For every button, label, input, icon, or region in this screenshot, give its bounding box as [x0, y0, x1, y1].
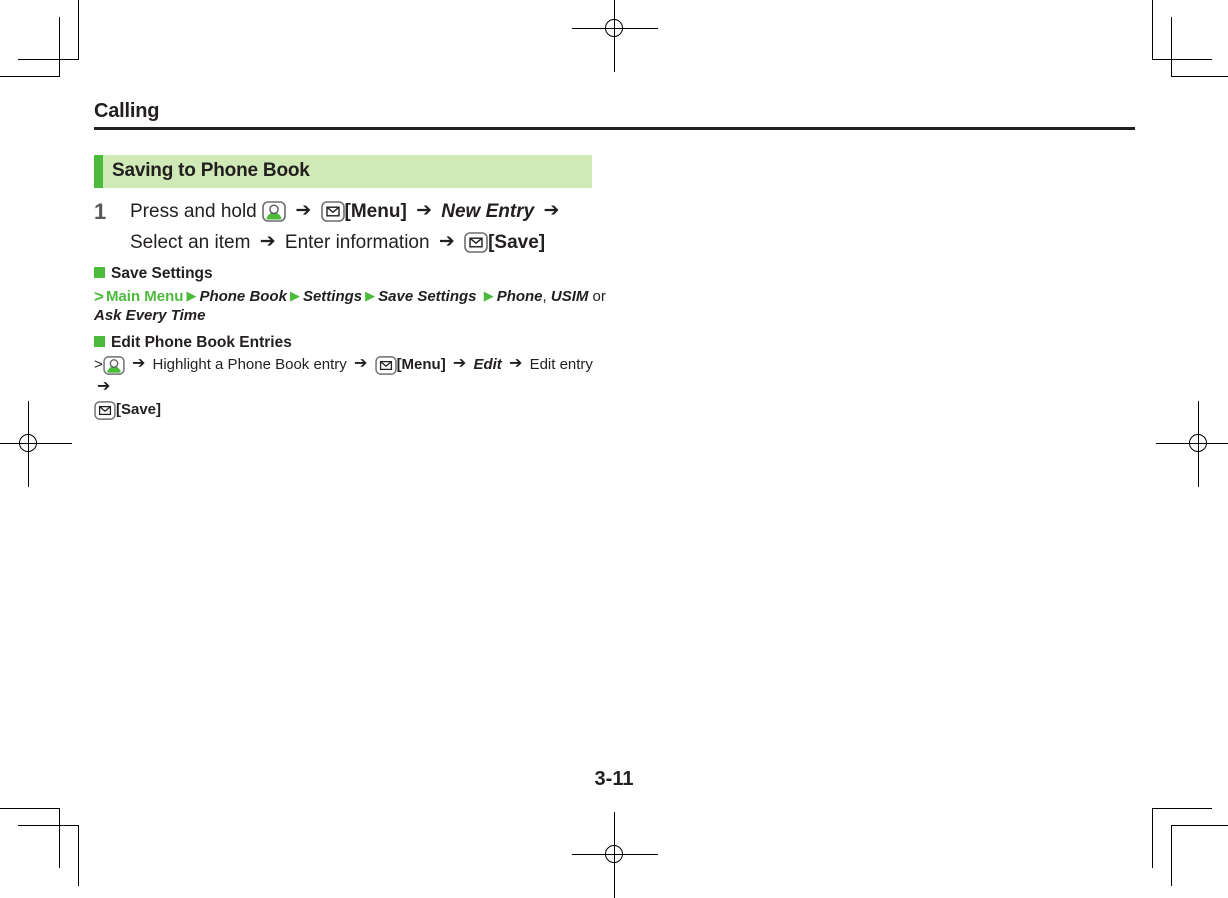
nav-item-phone-book: Phone Book	[199, 288, 287, 305]
contact-key-icon	[262, 201, 286, 222]
arrow-icon: ➔	[353, 355, 368, 372]
contact-key-icon	[103, 356, 125, 375]
arrow-icon: ➔	[508, 355, 523, 372]
nav-item-save-settings: Save Settings	[378, 288, 477, 305]
mail-key-icon	[464, 232, 488, 253]
triangle-icon: ▶	[483, 288, 494, 303]
save-softkey-label: [Save]	[488, 232, 546, 253]
menu-item-new-entry: New Entry	[441, 201, 535, 222]
menu-softkey-label: [Menu]	[396, 356, 446, 373]
mail-key-icon	[320, 201, 345, 222]
section-header-bar: Saving to Phone Book	[94, 155, 592, 188]
nav-prefix-icon: >	[94, 287, 104, 306]
subsection-heading-text: Edit Phone Book Entries	[111, 334, 292, 351]
step-text-select-item: Select an item	[130, 232, 251, 253]
subsection-heading-save-settings: Save Settings	[94, 265, 213, 283]
step-number: 1	[94, 199, 107, 224]
nav-path-edit-entries: > ➔ Highlight a Phone Book entry ➔ [Menu…	[94, 353, 614, 421]
proc-text-edit-entry: Edit entry	[529, 356, 593, 373]
procedure-step-1: 1 Press and hold ➔ [Menu] ➔ New Entry ➔ …	[94, 196, 614, 258]
chapter-rule	[94, 127, 1135, 130]
nav-option-separator-comma: ,	[542, 288, 547, 305]
step-text-enter-information: Enter information	[284, 232, 430, 253]
triangle-icon: ▶	[365, 288, 376, 303]
nav-option-phone: Phone	[496, 288, 543, 305]
menu-item-edit: Edit	[473, 356, 502, 373]
nav-path-save-settings: > Main Menu ▶ Phone Book ▶ Settings ▶ Save Sett…	[94, 286, 614, 325]
save-softkey-label: [Save]	[116, 401, 162, 418]
triangle-icon: ▶	[186, 288, 197, 303]
arrow-icon: ➔	[97, 378, 111, 395]
nav-option-separator-or: or	[592, 288, 606, 305]
subsection-heading-edit-entries: Edit Phone Book Entries	[94, 334, 292, 352]
page-number: 3-11	[594, 768, 634, 790]
arrow-icon: ➔	[438, 231, 455, 252]
nav-item-settings: Settings	[302, 288, 363, 305]
arrow-icon: ➔	[259, 231, 276, 252]
page-content: Calling Saving to Phone Book 1 Press and…	[0, 0, 1228, 886]
proc-save-line: [Save]	[94, 399, 614, 421]
mail-key-icon	[374, 356, 397, 375]
arrow-icon: ➔	[543, 200, 560, 221]
section-title: Saving to Phone Book	[112, 160, 310, 181]
section-accent-bar	[94, 155, 103, 188]
subsection-heading-text: Save Settings	[111, 265, 213, 282]
square-bullet-icon	[94, 336, 105, 347]
nav-prefix-icon: >	[94, 356, 103, 373]
nav-root-main-menu: Main Menu	[105, 288, 184, 305]
arrow-icon: ➔	[131, 355, 146, 372]
triangle-icon: ▶	[289, 288, 300, 303]
arrow-icon: ➔	[416, 200, 432, 221]
menu-softkey-label: [Menu]	[344, 201, 407, 222]
arrow-icon: ➔	[452, 355, 467, 372]
step-text: Press and hold ➔ [Menu] ➔ New Entry ➔ Se…	[130, 196, 614, 258]
step-text-press-hold: Press and hold	[130, 201, 257, 222]
nav-option-usim: USIM	[550, 288, 589, 305]
square-bullet-icon	[94, 267, 105, 278]
proc-text-highlight-entry: Highlight a Phone Book entry	[152, 356, 347, 373]
arrow-icon: ➔	[295, 200, 312, 221]
nav-option-ask-every-time: Ask Every Time	[94, 307, 206, 324]
chapter-title: Calling	[94, 100, 160, 122]
mail-key-icon	[94, 401, 116, 420]
